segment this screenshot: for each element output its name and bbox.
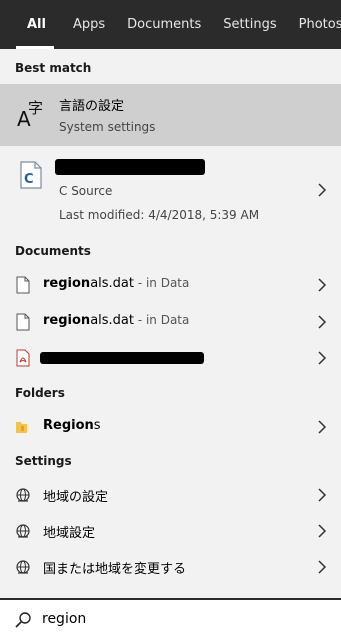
- search-box[interactable]: [0, 598, 341, 636]
- globe-icon: [16, 524, 30, 538]
- settings-item[interactable]: 地域の設定: [0, 477, 341, 513]
- settings-item[interactable]: 地域設定: [0, 513, 341, 549]
- settings-item[interactable]: 国または地域を変更する: [0, 549, 341, 585]
- settings-label: 国または地域を変更する: [43, 562, 187, 577]
- tab-apps[interactable]: Apps: [62, 0, 116, 49]
- chevron-right-icon[interactable]: [317, 350, 327, 366]
- settings-label: 地域の設定: [43, 490, 109, 505]
- settings-heading: Settings: [15, 454, 72, 468]
- language-icon-glyph: 字: [28, 99, 43, 117]
- pdf-icon: [16, 349, 30, 367]
- file-icon: [16, 313, 30, 331]
- search-input[interactable]: [42, 608, 322, 630]
- document-item[interactable]: regionals.dat - in Data: [0, 267, 341, 303]
- best-match-subtitle: System settings: [59, 120, 156, 134]
- c-source-file-icon: C: [20, 161, 42, 189]
- chevron-right-icon[interactable]: [317, 419, 327, 435]
- chevron-right-icon[interactable]: [317, 523, 327, 539]
- folder-icon: [16, 422, 27, 433]
- document-item[interactable]: [0, 340, 341, 376]
- folder-item[interactable]: Regions: [0, 409, 341, 445]
- chevron-right-icon[interactable]: [317, 559, 327, 575]
- tab-all[interactable]: All: [0, 0, 62, 49]
- folders-heading: Folders: [15, 386, 65, 400]
- documents-heading: Documents: [15, 244, 91, 258]
- chevron-right-icon[interactable]: [317, 182, 327, 198]
- globe-icon: [16, 560, 30, 574]
- best-match-result[interactable]: A 字 言語の設定 System settings: [0, 84, 341, 146]
- folder-label: Regions: [43, 418, 101, 433]
- globe-icon: [16, 488, 30, 502]
- best-match-title: 言語の設定: [59, 99, 125, 114]
- redacted-filename: [40, 352, 204, 364]
- document-label: regionals.dat - in Data: [43, 276, 190, 291]
- best-match-heading: Best match: [15, 61, 92, 75]
- c-source-result[interactable]: C C Source Last modified: 4/4/2018, 5:39…: [0, 148, 341, 232]
- last-modified: Last modified: 4/4/2018, 5:39 AM: [59, 208, 260, 222]
- tab-photos[interactable]: Photos: [288, 0, 341, 49]
- search-icon: [15, 612, 31, 628]
- language-icon: A 字: [17, 99, 43, 129]
- chevron-right-icon[interactable]: [317, 277, 327, 293]
- document-item[interactable]: regionals.dat - in Data: [0, 304, 341, 340]
- settings-label: 地域設定: [43, 526, 96, 541]
- redacted-filename: [55, 159, 205, 175]
- document-label: regionals.dat - in Data: [43, 313, 190, 328]
- filter-tab-bar: All Apps Documents Settings Photos: [0, 0, 341, 49]
- chevron-right-icon[interactable]: [317, 487, 327, 503]
- tab-settings[interactable]: Settings: [212, 0, 287, 49]
- file-type: C Source: [59, 184, 113, 198]
- c-letter: C: [24, 172, 34, 187]
- tab-documents[interactable]: Documents: [116, 0, 212, 49]
- chevron-right-icon[interactable]: [317, 314, 327, 330]
- file-icon: [16, 276, 30, 294]
